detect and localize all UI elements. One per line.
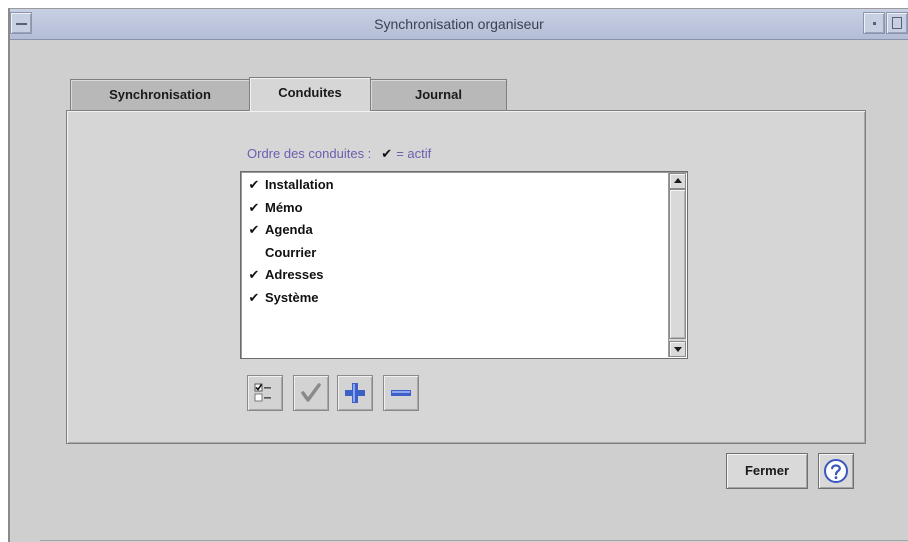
add-conduit-button[interactable]	[337, 375, 373, 411]
conduites-panel: Ordre des conduites : ✔ = actif ✔ Installat…	[66, 110, 866, 444]
conduits-list[interactable]: ✔ Installation ✔ Mémo ✔ Agenda Courrier ✔ Adress…	[240, 171, 688, 359]
maximize-button[interactable]	[886, 12, 908, 34]
active-check-icon: ✔	[248, 177, 260, 192]
list-item-label: Courrier	[265, 244, 317, 260]
list-item-label: Agenda	[265, 222, 313, 237]
active-check-icon: ✔	[248, 289, 260, 305]
scroll-down-button[interactable]	[669, 341, 686, 357]
maximize-icon	[892, 17, 902, 29]
active-check-icon: ✔	[248, 222, 260, 237]
bottom-divider	[40, 540, 908, 541]
list-item-label: Adresses	[265, 267, 324, 282]
list-item-label: Système	[265, 289, 319, 305]
list-item[interactable]: ✔ Installation	[243, 174, 334, 196]
scroll-up-button[interactable]	[669, 173, 686, 189]
list-scrollbar[interactable]	[668, 173, 686, 357]
order-label: Ordre des conduites :	[247, 146, 372, 161]
plus-icon	[345, 383, 365, 403]
list-item-label: Installation	[265, 177, 334, 192]
tab-synchronisation[interactable]: Synchronisation	[70, 79, 250, 111]
tab-conduites[interactable]: Conduites	[249, 77, 371, 111]
order-label-row: Ordre des conduites : ✔ = actif	[247, 146, 431, 162]
list-item[interactable]: ✔ Agenda	[243, 219, 313, 241]
tab-journal[interactable]: Journal	[370, 79, 507, 111]
help-button[interactable]	[818, 453, 854, 489]
help-question-icon	[824, 459, 848, 483]
activate-button[interactable]	[293, 375, 329, 411]
list-item[interactable]: Courrier	[243, 242, 316, 264]
scroll-thumb[interactable]	[669, 189, 686, 339]
list-item[interactable]: ✔ Adresses	[243, 264, 324, 286]
arrow-up-icon	[674, 178, 682, 183]
close-button[interactable]: Fermer	[726, 453, 808, 489]
app-window: Synchronisation organiseur Synchronisati…	[8, 8, 908, 542]
active-check-icon: ✔	[248, 267, 260, 282]
list-item[interactable]: ✔ Système	[243, 287, 319, 309]
check-legend-icon: ✔	[381, 146, 393, 161]
list-item-label: Mémo	[265, 199, 303, 215]
checklist-icon	[254, 383, 271, 402]
minimize-icon	[873, 22, 876, 25]
list-item[interactable]: ✔ Mémo	[243, 197, 303, 219]
minus-icon	[391, 390, 411, 396]
toggle-active-button[interactable]	[247, 375, 283, 411]
window-title: Synchronisation organiseur	[374, 16, 544, 32]
active-check-icon: ✔	[248, 199, 260, 215]
minimize-button[interactable]	[863, 12, 885, 34]
remove-conduit-button[interactable]	[383, 375, 419, 411]
title-bar[interactable]: Synchronisation organiseur	[10, 9, 908, 40]
checkmark-icon	[301, 383, 321, 402]
arrow-down-icon	[674, 347, 682, 352]
active-legend: = actif	[396, 146, 432, 161]
